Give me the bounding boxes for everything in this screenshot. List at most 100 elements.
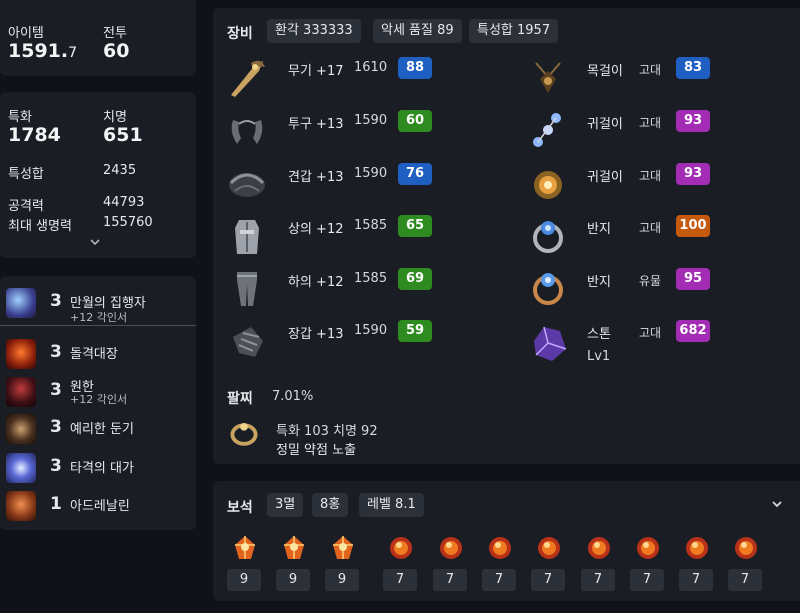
- engraving-name: 돌격대장: [70, 347, 118, 362]
- engravings-panel: 3 만월의 집행자 +12 각인서 3 돌격대장 3 원한 +12 각인서 3 …: [0, 276, 196, 530]
- gear-item-level: 1590: [354, 166, 388, 181]
- accessory-name: 반지: [587, 275, 611, 290]
- engraving-item[interactable]: 3 만월의 집행자 +12 각인서: [6, 284, 192, 324]
- accessory-name: 반지: [587, 222, 611, 237]
- gem-slot[interactable]: 7: [383, 533, 419, 591]
- spec-label: 특화: [8, 110, 32, 125]
- crimson-gem-icon: [489, 537, 511, 559]
- gem-slot[interactable]: 9: [227, 533, 263, 591]
- annihilation-gem-icon: [235, 536, 255, 559]
- engraving-name: 예리한 둔기: [70, 422, 134, 437]
- accessory-tier: 고대: [639, 221, 662, 235]
- gem-level: 7: [679, 569, 713, 591]
- gem-level: 7: [383, 569, 417, 591]
- accessory-tier: 고대: [639, 169, 662, 183]
- gem-slot[interactable]: 7: [531, 533, 567, 591]
- gear-name: 장갑 +13: [288, 327, 344, 342]
- accessory-tier: 유물: [639, 274, 662, 288]
- pants-icon: [237, 272, 257, 306]
- gem-level: 9: [276, 569, 310, 591]
- gem-level: 9: [325, 569, 359, 591]
- gem-slot[interactable]: 9: [325, 533, 361, 591]
- crimson-count-chip: 8홍: [312, 493, 349, 517]
- crimson-gem-icon: [390, 537, 412, 559]
- hp-value: 155760: [103, 215, 153, 230]
- quality-badge: 95: [676, 268, 710, 290]
- hit-master-icon: [6, 453, 36, 483]
- gem-slot[interactable]: 7: [581, 533, 617, 591]
- weapon-icon: [231, 60, 265, 97]
- item-level-value: 1591.7: [8, 40, 78, 62]
- necklace-icon: [535, 62, 561, 93]
- gear-name: 무기 +17: [288, 64, 344, 79]
- quality-badge: 69: [398, 268, 432, 290]
- annihilation-gem-icon: [284, 536, 304, 559]
- hp-label: 최대 생명력: [8, 219, 72, 234]
- engraving-name: 타격의 대가: [70, 461, 134, 476]
- engraving-item[interactable]: 3 원한 +12 각인서: [6, 373, 192, 409]
- stone-icon: [534, 326, 567, 361]
- bracelet-stats: 특화 103 치명 92: [276, 424, 378, 439]
- gem-level: 7: [728, 569, 762, 591]
- engraving-item[interactable]: 1 아드레날린: [6, 487, 192, 523]
- engraving-book: +12 각인서: [70, 393, 128, 406]
- gem-slot[interactable]: 7: [433, 533, 469, 591]
- accessory-name: 귀걸이: [587, 170, 623, 185]
- total-stat-label: 특성합: [8, 167, 44, 182]
- quality-badge: 93: [676, 163, 710, 185]
- gear-name: 하의 +12: [288, 275, 344, 290]
- crimson-gem-icon: [686, 537, 708, 559]
- grudge-icon: [6, 377, 36, 407]
- earring-icon: [533, 113, 561, 147]
- quality-badge: 93: [676, 110, 710, 132]
- gem-slot[interactable]: 9: [276, 533, 312, 591]
- moon-executor-icon: [6, 288, 36, 318]
- bracelet-icon[interactable]: [227, 416, 261, 450]
- stone-level: Lv1: [587, 349, 611, 364]
- gem-level: 7: [531, 569, 565, 591]
- gem-level: 7: [433, 569, 467, 591]
- crimson-gem-icon: [637, 537, 659, 559]
- ring-icon: [533, 221, 563, 253]
- gear-name: 상의 +12: [288, 222, 344, 237]
- engraving-name: 아드레날린: [70, 499, 130, 514]
- engraving-book: +12 각인서: [70, 311, 128, 324]
- crimson-gem-icon: [588, 537, 610, 559]
- equipment-title: 장비: [227, 26, 253, 42]
- gem-slot[interactable]: 7: [482, 533, 518, 591]
- engraving-item[interactable]: 3 타격의 대가: [6, 449, 192, 485]
- quality-badge: 682: [676, 320, 710, 342]
- accessory-tier: 고대: [639, 63, 662, 77]
- quality-badge: 83: [676, 57, 710, 79]
- gear-item-level: 1590: [354, 113, 388, 128]
- gem-slot[interactable]: 7: [728, 533, 764, 591]
- adrenaline-icon: [6, 491, 36, 521]
- total-stat-chip: 특성합 1957: [469, 19, 559, 43]
- gem-level: 7: [630, 569, 664, 591]
- quality-badge: 65: [398, 215, 432, 237]
- chevron-down-icon[interactable]: [770, 499, 784, 509]
- equipment-panel: 장비 환각 333333 악세 품질 89 특성합 1957 무기 +17 16…: [213, 8, 800, 464]
- gear-item-level: 1590: [354, 323, 388, 338]
- bracelet-effects: 정밀 약점 노출: [276, 443, 357, 458]
- keen-blunt-icon: [6, 414, 36, 444]
- annihilation-gem-icon: [333, 536, 353, 559]
- gem-slot[interactable]: 7: [679, 533, 715, 591]
- quality-badge: 76: [398, 163, 432, 185]
- engraving-item[interactable]: 3 돌격대장: [6, 335, 192, 371]
- accessory-tier: 고대: [639, 326, 662, 340]
- chevron-down-icon[interactable]: [88, 237, 102, 247]
- engraving-level: 1: [50, 494, 62, 514]
- engraving-level: 3: [50, 456, 62, 476]
- annihilation-count-chip: 3멸: [267, 493, 304, 517]
- charge-captain-icon: [6, 339, 36, 369]
- gem-slot[interactable]: 7: [630, 533, 666, 591]
- combat-level-value: 60: [103, 40, 130, 62]
- accessory-name: 목걸이: [587, 64, 623, 79]
- accessory-quality-chip: 악세 품질 89: [373, 19, 462, 43]
- accessory-tier: 고대: [639, 116, 662, 130]
- engraving-item[interactable]: 3 예리한 둔기: [6, 410, 192, 446]
- bracelet-percent: 7.01%: [272, 389, 314, 404]
- engraving-level: 3: [50, 380, 62, 400]
- bracelet-title: 팔찌: [227, 391, 253, 407]
